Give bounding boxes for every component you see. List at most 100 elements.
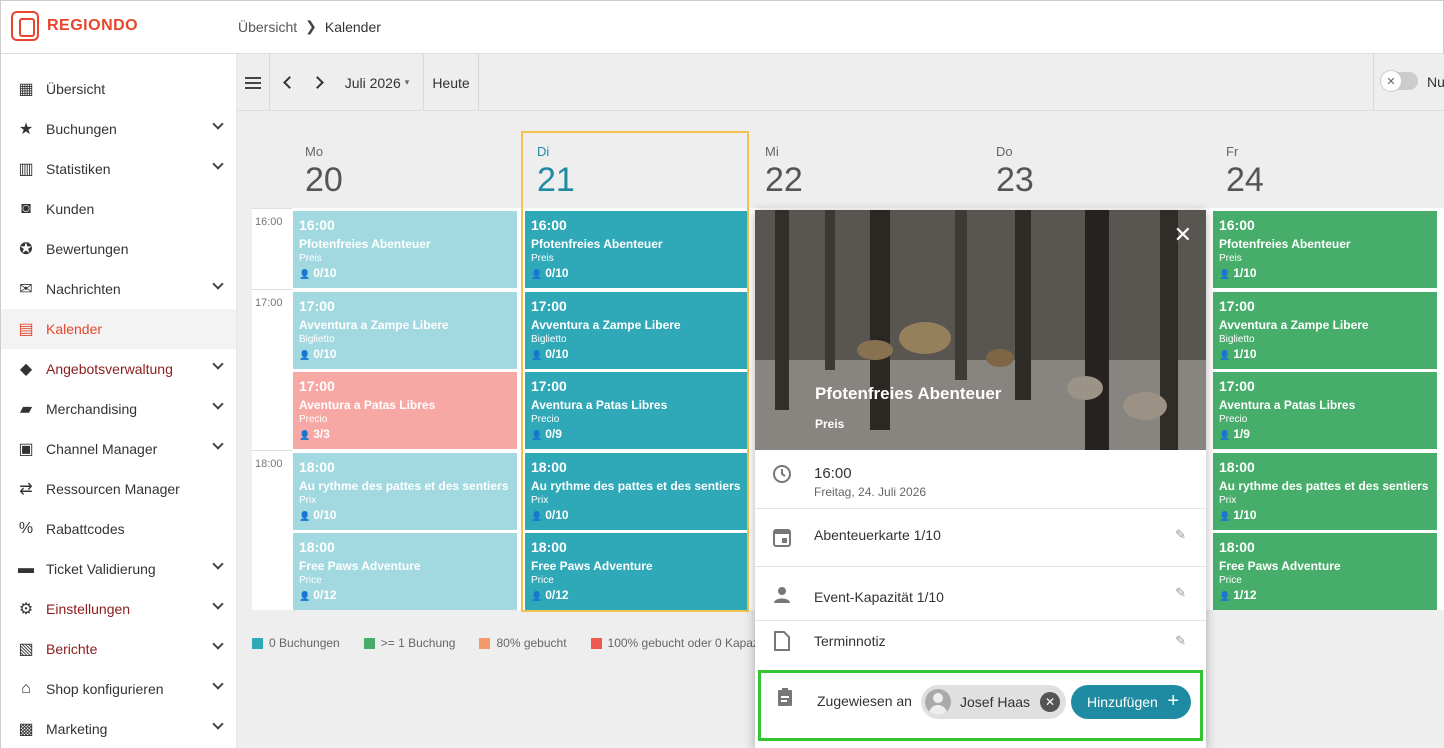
event-card[interactable]: 16:00 Pfotenfreies Abenteuer Preis 👤 1/10 (1213, 211, 1437, 288)
toolbar-divider (1373, 54, 1374, 111)
person-icon: 👤 (1219, 269, 1231, 279)
calendar-toolbar: Juli 2026 ▾ Heute ✕ Nu (237, 54, 1444, 111)
event-card[interactable]: 17:00 Aventura a Patas Libres Precio 👤 1/9 (1213, 372, 1437, 449)
edit-pencil-icon[interactable]: ✎ (1175, 633, 1186, 649)
sidebar-item-nachrichten[interactable]: ✉ Nachrichten (1, 269, 236, 309)
sidebar-item-buchungen[interactable]: ★ Buchungen (1, 109, 236, 149)
breadcrumb-current: Kalender (324, 18, 381, 35)
event-card[interactable]: 17:00 Avventura a Zampe Libere Biglietto 👤 1… (1213, 292, 1437, 369)
sidebar-item-label: Channel Manager (46, 441, 158, 457)
event-name: Pfotenfreies Abenteuer (299, 237, 431, 251)
prev-week-button[interactable] (277, 54, 301, 111)
sidebar-item-merchandising[interactable]: ▰ Merchandising (1, 389, 236, 429)
person-icon: 👤 (299, 350, 311, 360)
capacity-value: 1/9 (1233, 427, 1250, 441)
event-note[interactable]: Terminnotiz (814, 633, 886, 649)
chevron-down-icon[interactable] (212, 398, 224, 410)
assignee-chip[interactable]: Josef Haas ✕ (921, 685, 1066, 719)
sidebar-item-einstellungen[interactable]: ⚙ Einstellungen (1, 589, 236, 629)
event-capacity: 👤 1/9 (1219, 427, 1431, 441)
sidebar-item-shop-konfigurieren[interactable]: ⌂ Shop konfigurieren (1, 669, 236, 709)
menu-button[interactable] (237, 54, 269, 111)
event-time: 18:00 (299, 459, 335, 475)
day-number: 20 (305, 161, 343, 199)
next-week-button[interactable] (305, 54, 329, 111)
sidebar-item-übersicht[interactable]: ▦ Übersicht (1, 69, 236, 109)
event-card[interactable]: 16:00 Pfotenfreies Abenteuer Preis 👤 0/10 (293, 211, 517, 288)
sidebar-item-kunden[interactable]: ◙ Kunden (1, 189, 236, 229)
day-number: 24 (1226, 161, 1264, 199)
edit-pencil-icon[interactable]: ✎ (1175, 527, 1186, 543)
event-time: 18:00 (1219, 539, 1255, 555)
event-time: 17:00 (299, 298, 335, 314)
chevron-down-icon[interactable] (212, 558, 224, 570)
chevron-down-icon[interactable] (212, 158, 224, 170)
today-column-highlight (521, 131, 749, 612)
month-selector[interactable]: Juli 2026 ▾ (337, 54, 417, 111)
breadcrumb: Übersicht ❯ Kalender (238, 18, 381, 35)
sidebar-item-berichte[interactable]: ▧ Berichte (1, 629, 236, 669)
sidebar-item-rabattcodes[interactable]: % Rabattcodes (1, 509, 236, 549)
close-popup-button[interactable]: ✕ (1174, 224, 1192, 246)
chevron-down-icon[interactable] (212, 358, 224, 370)
event-price: Price (299, 575, 322, 586)
event-name: Avventura a Zampe Libere (299, 318, 449, 332)
chevron-down-icon[interactable] (212, 718, 224, 730)
capacity-value: 0/10 (313, 347, 337, 361)
avatar (925, 689, 951, 715)
sidebar-item-marketing[interactable]: ▩ Marketing (1, 709, 236, 748)
breadcrumb-root[interactable]: Übersicht (238, 19, 297, 35)
legend: 0 Buchungen >= 1 Buchung 80% gebucht 100% g… (252, 636, 759, 650)
sidebar-item-kalender[interactable]: ▤ Kalender (1, 309, 236, 349)
event-card[interactable]: 18:00 Au rythme des pattes et des sentier… (1213, 453, 1437, 530)
ticket-star-icon: ★ (18, 121, 34, 138)
person-icon: 👤 (299, 591, 311, 601)
time-label: 18:00 (255, 458, 283, 470)
event-name: Aventura a Patas Libres (299, 398, 436, 412)
toolbar-divider (269, 54, 270, 111)
day-header-mo: Mo 20 (305, 144, 343, 200)
event-card[interactable]: 18:00 Free Paws Adventure Price 👤 0/12 (293, 533, 517, 610)
regiondo-logo[interactable]: REGIONDO (11, 11, 138, 41)
day-number: 23 (996, 161, 1034, 199)
day-name: Mo (305, 144, 324, 159)
day-name: Mi (765, 144, 779, 159)
add-assignee-button[interactable]: Hinzufügen + (1071, 685, 1191, 719)
brand-name: REGIONDO (47, 17, 139, 34)
customer-icon: ◙ (21, 200, 31, 217)
sidebar-item-bewertungen[interactable]: ✪ Bewertungen (1, 229, 236, 269)
view-toggle[interactable]: ✕ (1380, 70, 1418, 92)
chevron-down-icon[interactable] (212, 638, 224, 650)
remove-assignee-button[interactable]: ✕ (1040, 692, 1060, 712)
event-card[interactable]: 17:00 Aventura a Patas Libres Precio 👤 3/3 (293, 372, 517, 449)
event-capacity: Event-Kapazität 1/10 (814, 589, 944, 605)
event-price: Price (1219, 575, 1242, 586)
event-card[interactable]: 18:00 Free Paws Adventure Price 👤 1/12 (1213, 533, 1437, 610)
chevron-down-icon[interactable] (212, 118, 224, 130)
sidebar-item-ticket-validierung[interactable]: ▬ Ticket Validierung (1, 549, 236, 589)
event-capacity: 👤 0/10 (299, 508, 511, 522)
sidebar-item-statistiken[interactable]: ▥ Statistiken (1, 149, 236, 189)
event-price: Preis (299, 253, 322, 264)
event-time: 18:00 (299, 539, 335, 555)
toggle-label: Nu (1427, 74, 1444, 90)
edit-pencil-icon[interactable]: ✎ (1175, 585, 1186, 601)
event-capacity: 👤 1/12 (1219, 588, 1431, 602)
chevron-down-icon[interactable] (212, 678, 224, 690)
top-bar: REGIONDO Übersicht ❯ Kalender (0, 0, 1444, 54)
sidebar-item-ressourcen-manager[interactable]: ⇄ Ressourcen Manager (1, 469, 236, 509)
event-card[interactable]: 18:00 Au rythme des pattes et des sentier… (293, 453, 517, 530)
event-card[interactable]: 17:00 Avventura a Zampe Libere Biglietto 👤 0… (293, 292, 517, 369)
sidebar-item-channel-manager[interactable]: ▣ Channel Manager (1, 429, 236, 469)
chevron-down-icon[interactable] (212, 598, 224, 610)
sidebar-item-label: Marketing (46, 721, 108, 737)
chevron-down-icon[interactable] (212, 438, 224, 450)
today-button[interactable]: Heute (424, 54, 478, 111)
legend-swatch (252, 637, 263, 649)
sidebar-item-angebotsverwaltung[interactable]: ◆ Angebotsverwaltung (1, 349, 236, 389)
sidebar-item-label: Berichte (46, 641, 98, 657)
chevron-down-icon[interactable] (212, 278, 224, 290)
sidebar-item-label: Kalender (46, 321, 103, 337)
month-label: Juli 2026 (344, 74, 401, 91)
sidebar-item-label: Nachrichten (46, 281, 121, 297)
